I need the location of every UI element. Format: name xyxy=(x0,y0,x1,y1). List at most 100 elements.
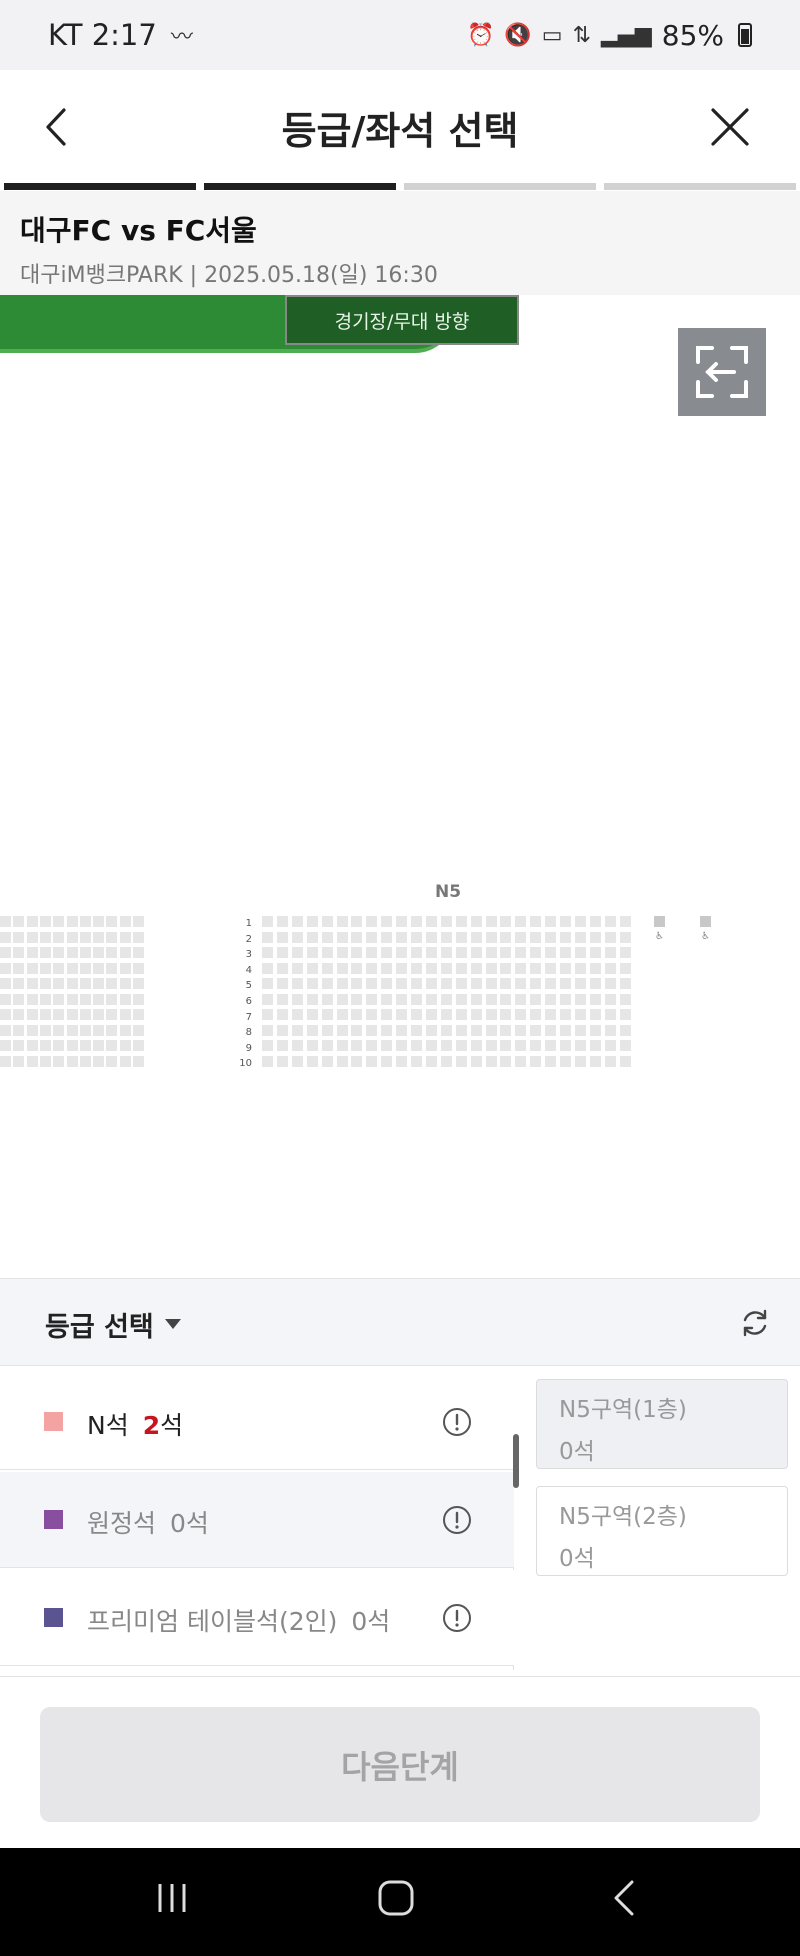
seat[interactable] xyxy=(515,916,527,927)
seat[interactable] xyxy=(396,978,408,989)
seat[interactable] xyxy=(119,1024,131,1036)
seat[interactable] xyxy=(515,993,527,1005)
seat[interactable] xyxy=(545,1024,557,1036)
seat[interactable] xyxy=(396,916,408,927)
seat[interactable] xyxy=(39,978,51,989)
seat[interactable] xyxy=(291,931,303,943)
seat[interactable] xyxy=(574,1024,586,1036)
seat[interactable] xyxy=(79,947,91,958)
seat[interactable] xyxy=(66,1009,78,1020)
seat[interactable] xyxy=(366,993,378,1005)
seat[interactable] xyxy=(79,1055,91,1067)
seat[interactable] xyxy=(619,1055,631,1067)
seat[interactable] xyxy=(106,962,118,974)
seat[interactable] xyxy=(336,978,348,989)
seat[interactable] xyxy=(485,978,497,989)
seat[interactable] xyxy=(26,1009,38,1020)
seat[interactable] xyxy=(276,1024,288,1036)
seat[interactable] xyxy=(560,916,571,927)
fit-screen-button[interactable] xyxy=(678,328,766,416)
seat[interactable] xyxy=(425,1055,437,1067)
seat[interactable] xyxy=(574,1055,586,1067)
seat[interactable] xyxy=(500,962,512,974)
seat[interactable] xyxy=(133,1024,144,1036)
seat[interactable] xyxy=(66,962,78,974)
seat[interactable] xyxy=(530,993,542,1005)
seat[interactable] xyxy=(396,1055,408,1067)
seat[interactable] xyxy=(619,931,631,943)
seat[interactable] xyxy=(396,1009,408,1020)
seat[interactable] xyxy=(276,978,288,989)
seat[interactable] xyxy=(366,1009,378,1020)
seat[interactable] xyxy=(336,1024,348,1036)
zone-item[interactable]: N5구역(1층) 0석 xyxy=(536,1379,788,1469)
seat[interactable] xyxy=(262,1024,273,1036)
info-icon[interactable] xyxy=(442,1505,472,1535)
seat[interactable] xyxy=(39,916,51,927)
seat[interactable] xyxy=(411,978,422,989)
seat[interactable] xyxy=(13,1040,25,1051)
seat[interactable] xyxy=(66,1024,78,1036)
seat[interactable] xyxy=(381,1055,393,1067)
seat[interactable] xyxy=(133,1055,144,1067)
seat[interactable] xyxy=(366,1055,378,1067)
seat[interactable] xyxy=(411,931,422,943)
seat[interactable] xyxy=(306,1024,318,1036)
seat[interactable] xyxy=(39,1009,51,1020)
seat[interactable] xyxy=(500,1040,512,1051)
seat[interactable] xyxy=(53,978,65,989)
seat[interactable] xyxy=(26,993,38,1005)
seat-block-left[interactable] xyxy=(0,916,150,1068)
wheelchair-seat[interactable] xyxy=(654,916,665,927)
seat[interactable] xyxy=(530,1009,542,1020)
seat[interactable] xyxy=(119,1009,131,1020)
seat[interactable] xyxy=(119,993,131,1005)
seat[interactable] xyxy=(366,931,378,943)
seat[interactable] xyxy=(455,947,467,958)
refresh-icon[interactable] xyxy=(738,1306,772,1340)
seat[interactable] xyxy=(106,931,118,943)
seat[interactable] xyxy=(545,916,557,927)
seat[interactable] xyxy=(470,962,482,974)
seat[interactable] xyxy=(53,993,65,1005)
seat[interactable] xyxy=(440,1024,452,1036)
seat[interactable] xyxy=(351,947,363,958)
seat[interactable] xyxy=(604,962,616,974)
seat[interactable] xyxy=(589,993,601,1005)
seat[interactable] xyxy=(455,1055,467,1067)
seat[interactable] xyxy=(604,916,616,927)
seat[interactable] xyxy=(425,993,437,1005)
seat[interactable] xyxy=(545,978,557,989)
seat[interactable] xyxy=(351,962,363,974)
seat[interactable] xyxy=(366,947,378,958)
seat[interactable] xyxy=(560,1040,571,1051)
seat[interactable] xyxy=(500,1055,512,1067)
seat[interactable] xyxy=(0,1055,11,1067)
seat[interactable] xyxy=(13,1009,25,1020)
seat[interactable] xyxy=(530,1040,542,1051)
seat[interactable] xyxy=(106,916,118,927)
seat[interactable] xyxy=(381,1009,393,1020)
grade-select-header[interactable]: 등급 선택 xyxy=(0,1278,800,1366)
seat[interactable] xyxy=(119,1040,131,1051)
seat[interactable] xyxy=(366,1024,378,1036)
seat[interactable] xyxy=(13,931,25,943)
back-nav-icon[interactable] xyxy=(604,1878,644,1918)
seat[interactable] xyxy=(133,978,144,989)
seat[interactable] xyxy=(425,1024,437,1036)
seat[interactable] xyxy=(425,1009,437,1020)
seat[interactable] xyxy=(336,1055,348,1067)
seat[interactable] xyxy=(306,1055,318,1067)
seat[interactable] xyxy=(485,993,497,1005)
seat[interactable] xyxy=(0,916,11,927)
seat[interactable] xyxy=(455,1040,467,1051)
seat[interactable] xyxy=(425,962,437,974)
seat[interactable] xyxy=(560,1055,571,1067)
seat[interactable] xyxy=(276,993,288,1005)
seat[interactable] xyxy=(604,931,616,943)
seat[interactable] xyxy=(119,1055,131,1067)
seat[interactable] xyxy=(574,1009,586,1020)
seat[interactable] xyxy=(26,1040,38,1051)
seat[interactable] xyxy=(604,1055,616,1067)
seat[interactable] xyxy=(545,1055,557,1067)
